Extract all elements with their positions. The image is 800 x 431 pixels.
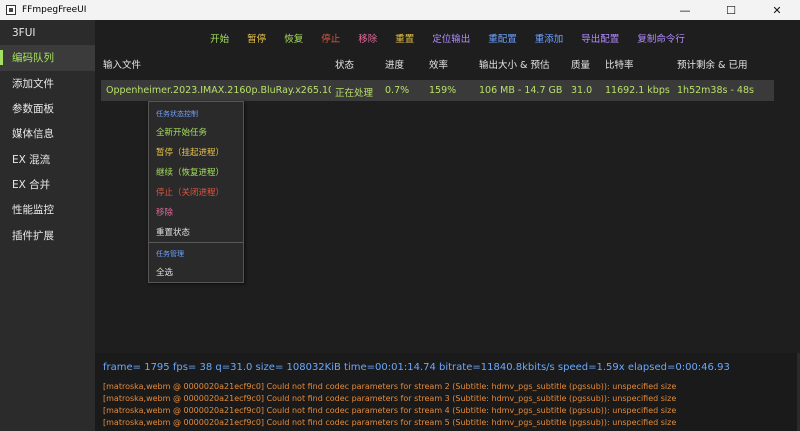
column-header-status[interactable]: 状态: [335, 57, 354, 71]
menu-item-select-all[interactable]: 全选: [156, 266, 173, 278]
close-button[interactable]: ✕: [754, 0, 800, 20]
export-config-button[interactable]: 导出配置: [572, 31, 628, 45]
context-menu-header-status-control: 任务状态控制: [156, 110, 198, 118]
column-header-eta[interactable]: 预计剩余 & 已用: [677, 57, 747, 71]
remove-button[interactable]: 移除: [349, 31, 386, 45]
sidebar-item-ex-mux[interactable]: EX 混流: [0, 146, 95, 171]
locate-output-button[interactable]: 定位输出: [423, 31, 479, 45]
pause-button[interactable]: 暂停: [238, 31, 275, 45]
context-menu-header-task-management: 任务管理: [156, 250, 184, 258]
log-line: [matroska,webm @ 0000020a21ecf9c0] Could…: [103, 406, 677, 415]
sidebar: 3FUI 编码队列 添加文件 参数面板 媒体信息 EX 混流 EX 合并 性能监…: [0, 20, 95, 431]
menu-item-stop-process[interactable]: 停止（关闭进程）: [156, 186, 224, 198]
table-row[interactable]: Oppenheimer.2023.IMAX.2160p.BluRay.x265.…: [101, 80, 774, 101]
column-header-bitrate[interactable]: 比特率: [605, 57, 634, 71]
log-line: [matroska,webm @ 0000020a21ecf9c0] Could…: [103, 418, 677, 427]
maximize-button[interactable]: ☐: [708, 0, 754, 20]
cell-status: 正在处理: [335, 88, 374, 99]
cell-input-file: Oppenheimer.2023.IMAX.2160p.BluRay.x265.…: [106, 85, 331, 96]
menu-item-restart-task[interactable]: 全新开始任务: [156, 126, 207, 138]
ffmpeg-progress-line: frame= 1795 fps= 38 q=31.0 size= 108032K…: [103, 362, 730, 373]
cell-progress: 0.7%: [385, 85, 410, 96]
cell-efficiency: 159%: [429, 85, 457, 96]
reset-button[interactable]: 重置: [386, 31, 423, 45]
stop-button[interactable]: 停止: [312, 31, 349, 45]
sidebar-item-add-files[interactable]: 添加文件: [0, 71, 95, 96]
log-panel: frame= 1795 fps= 38 q=31.0 size= 108032K…: [95, 353, 800, 431]
column-header-output-size[interactable]: 输出大小 & 预估: [479, 57, 549, 71]
sidebar-item-plugins[interactable]: 插件扩展: [0, 222, 95, 247]
resume-button[interactable]: 恢复: [275, 31, 312, 45]
log-line: [matroska,webm @ 0000020a21ecf9c0] Could…: [103, 394, 677, 403]
reconfigure-button[interactable]: 重配置: [479, 31, 526, 45]
title-bar: FFmpegFreeUI — ☐ ✕: [0, 0, 800, 20]
menu-item-pause-process[interactable]: 暂停（挂起进程）: [156, 146, 224, 158]
sidebar-item-perf-monitor[interactable]: 性能监控: [0, 197, 95, 222]
context-menu: 任务状态控制 全新开始任务 暂停（挂起进程） 继续（恢复进程） 停止（关闭进程）…: [148, 101, 244, 283]
cell-eta: 1h52m38s - 48s: [677, 85, 754, 96]
cell-bitrate: 11692.1 kbps: [605, 85, 670, 96]
toolbar: 开始 暂停 恢复 停止 移除 重置 定位输出 重配置 重添加 导出配置 复制命令…: [95, 28, 800, 48]
column-header-input[interactable]: 输入文件: [103, 57, 141, 71]
window-controls: — ☐ ✕: [662, 0, 800, 20]
cell-quality: 31.0: [571, 85, 593, 96]
re-add-button[interactable]: 重添加: [526, 31, 573, 45]
cell-output-size: 106 MB - 14.7 GB: [479, 85, 563, 96]
menu-item-resume-process[interactable]: 继续（恢复进程）: [156, 166, 224, 178]
sidebar-item-ex-merge[interactable]: EX 合并: [0, 172, 95, 197]
menu-item-remove[interactable]: 移除: [156, 206, 173, 218]
sidebar-item-media-info[interactable]: 媒体信息: [0, 121, 95, 146]
copy-cmdline-button[interactable]: 复制命令行: [628, 31, 694, 45]
start-button[interactable]: 开始: [201, 31, 238, 45]
column-header-efficiency[interactable]: 效率: [429, 57, 448, 71]
sidebar-item-encode-queue[interactable]: 编码队列: [0, 45, 95, 71]
column-header-quality[interactable]: 质量: [571, 57, 590, 71]
log-line: [matroska,webm @ 0000020a21ecf9c0] Could…: [103, 382, 677, 391]
app-icon: [6, 5, 16, 15]
menu-separator: [149, 242, 243, 243]
sidebar-item-params[interactable]: 参数面板: [0, 96, 95, 121]
table-header: 输入文件 状态 进度 效率 输出大小 & 预估 质量 比特率 预计剩余 & 已用: [95, 54, 800, 72]
sidebar-item-3fui[interactable]: 3FUI: [0, 20, 95, 45]
column-header-progress[interactable]: 进度: [385, 57, 404, 71]
menu-item-reset-status[interactable]: 重置状态: [156, 226, 190, 238]
window-title: FFmpegFreeUI: [22, 5, 87, 15]
minimize-button[interactable]: —: [662, 0, 708, 20]
